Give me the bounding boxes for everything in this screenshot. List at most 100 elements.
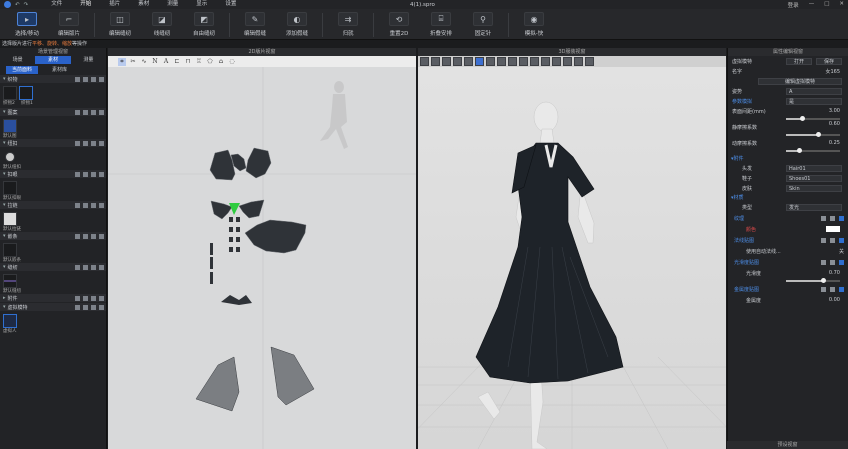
camera-icon[interactable]: ◌ (228, 58, 236, 66)
metal-value[interactable]: 0.00 (829, 297, 840, 303)
fabric-thumb[interactable] (3, 86, 17, 100)
line-sewing-button[interactable]: ◪ 线缝纫 (141, 9, 183, 40)
section-graphic[interactable]: ▾ 图案 (0, 108, 106, 116)
button-thumb[interactable] (5, 152, 15, 162)
mesh-icon[interactable] (541, 57, 550, 66)
section-accessory[interactable]: ▸ 附件 (0, 294, 106, 302)
texture-icon[interactable] (530, 57, 539, 66)
copy-icon[interactable] (99, 76, 104, 82)
skin-select[interactable]: Skin (786, 184, 842, 192)
bag-icon[interactable]: ⌂ (217, 58, 225, 66)
save-button[interactable]: 保存 (816, 57, 842, 65)
tab-measure[interactable]: 测量 (71, 56, 106, 64)
text-n-icon[interactable]: N (151, 58, 159, 66)
zipper-thumb[interactable] (3, 212, 17, 226)
section-button[interactable]: ▾ 纽扣 (0, 139, 106, 147)
graphic-thumb[interactable] (3, 119, 17, 133)
dyn-friction-slider[interactable] (786, 148, 840, 153)
add-icon[interactable] (821, 215, 826, 221)
surface-value[interactable]: 3.00 (829, 108, 840, 114)
section-avatar[interactable]: ▾ 虚拟模特 (0, 303, 106, 311)
image-icon[interactable] (839, 215, 844, 221)
edit-sewing-button[interactable]: ◫ 编辑缝纫 (99, 9, 141, 40)
pattern-2d-view[interactable]: 2D版片视窗 ⌗ ✂ ∿ N A ⊏ ⊓ ♖ ⬠ ⌂ ◌ (108, 48, 416, 449)
measure-icon[interactable]: ⊓ (184, 58, 192, 66)
notch-icon[interactable]: ∿ (140, 58, 148, 66)
tab-material-library[interactable]: 素材库 (46, 66, 73, 74)
add-icon[interactable] (91, 76, 96, 82)
view-right-icon[interactable] (464, 57, 473, 66)
pin-button[interactable]: ⚲ 固定针 (462, 9, 504, 40)
view-back-icon[interactable] (442, 57, 451, 66)
text-a-icon[interactable]: A (162, 58, 170, 66)
shirt-icon[interactable]: ♖ (195, 58, 203, 66)
section-sewing[interactable]: ▾ 缝纫 (0, 263, 106, 271)
edit-avatar-button[interactable]: 编辑虚拟模特 (758, 77, 842, 85)
pattern-canvas[interactable] (108, 67, 416, 449)
edit-tack-button[interactable]: ✎ 编辑假缝 (234, 9, 276, 40)
add-tack-button[interactable]: ◐ 添加假缝 (276, 9, 318, 40)
view-front-icon[interactable] (431, 57, 440, 66)
shape-icon[interactable]: ⬠ (206, 58, 214, 66)
grid-icon[interactable]: ⌗ (118, 57, 126, 66)
select-move-button[interactable]: ▸ 选择/移动 (6, 9, 48, 40)
small-pattern-pieces[interactable] (210, 217, 252, 305)
simulate-button[interactable]: ◉ 模拟-快 (513, 9, 555, 40)
scissor-icon[interactable]: ✂ (129, 58, 137, 66)
type-select[interactable]: 发光 (786, 203, 842, 211)
avatar-canvas[interactable] (418, 67, 726, 449)
section-fabric[interactable]: ▾ 织物 (0, 75, 106, 83)
open-button[interactable]: 打开 (786, 57, 812, 65)
tab-scene[interactable]: 场景 (0, 56, 35, 64)
view-left-icon[interactable] (453, 57, 462, 66)
free-sewing-button[interactable]: ◩ 自由缝纫 (183, 9, 225, 40)
dyn-friction-value[interactable]: 0.25 (829, 140, 840, 146)
view-mode-icon[interactable] (420, 57, 429, 66)
skirt-pieces[interactable] (195, 346, 315, 412)
section-zipper[interactable]: ▾ 拉链 (0, 201, 106, 209)
redo-icon[interactable]: ↷ (24, 2, 29, 8)
record-icon[interactable] (574, 57, 583, 66)
params-select[interactable]: 是 (786, 97, 842, 105)
snapshot-icon[interactable] (563, 57, 572, 66)
xray-icon[interactable] (552, 57, 561, 66)
login-button[interactable]: 登录 (788, 1, 799, 9)
fabric-thumb[interactable] (19, 86, 33, 100)
sewing-thumb[interactable] (3, 274, 17, 288)
friction-value[interactable]: 0.60 (829, 121, 840, 127)
section-piping[interactable]: ▾ 嵌条 (0, 232, 106, 240)
strain-icon[interactable] (508, 57, 517, 66)
avatar-thumb[interactable] (3, 314, 17, 328)
minimize-icon[interactable]: — (809, 1, 815, 9)
cloud-icon[interactable] (83, 76, 88, 82)
pattern-pieces[interactable] (209, 147, 307, 254)
shoes-select[interactable]: Shoes01 (786, 174, 842, 182)
auto-normal-value[interactable]: 关 (839, 248, 844, 255)
buttonhole-thumb[interactable] (3, 181, 17, 195)
fold-button[interactable]: ⌸ 折叠安排 (420, 9, 462, 40)
delete-icon[interactable] (830, 215, 835, 221)
section-buttonhole[interactable]: ▾ 扣眼 (0, 170, 106, 178)
reset-2d-button[interactable]: ⟲ 重置2D (378, 9, 420, 40)
gloss-value[interactable]: 0.70 (829, 270, 840, 276)
pattern-toggle-icon[interactable] (486, 57, 495, 66)
folder-icon[interactable] (75, 76, 80, 82)
hair-select[interactable]: Hair01 (786, 164, 842, 172)
material-group[interactable]: ▾ 材质 (728, 193, 848, 202)
accessories-group[interactable]: ▾ 附件 (728, 154, 848, 163)
shrink-button[interactable]: ⇉ 归就 (327, 9, 369, 40)
friction-slider[interactable] (786, 132, 840, 137)
close-icon[interactable]: ✕ (839, 1, 844, 9)
avatar-toggle-icon[interactable] (475, 57, 484, 66)
pose-select[interactable]: A (786, 87, 842, 95)
name-value[interactable]: 女165 (825, 68, 840, 75)
maximize-icon[interactable]: □ (824, 1, 829, 9)
tab-current-fabric[interactable]: 当前面料 (6, 66, 39, 74)
settings-icon[interactable] (585, 57, 594, 66)
ruler-icon[interactable]: ⊏ (173, 58, 181, 66)
undo-icon[interactable]: ↶ (15, 2, 20, 8)
surface-slider[interactable] (786, 116, 840, 121)
tab-material[interactable]: 素材 (35, 56, 71, 64)
stress-icon[interactable] (497, 57, 506, 66)
fit-map-icon[interactable] (519, 57, 528, 66)
